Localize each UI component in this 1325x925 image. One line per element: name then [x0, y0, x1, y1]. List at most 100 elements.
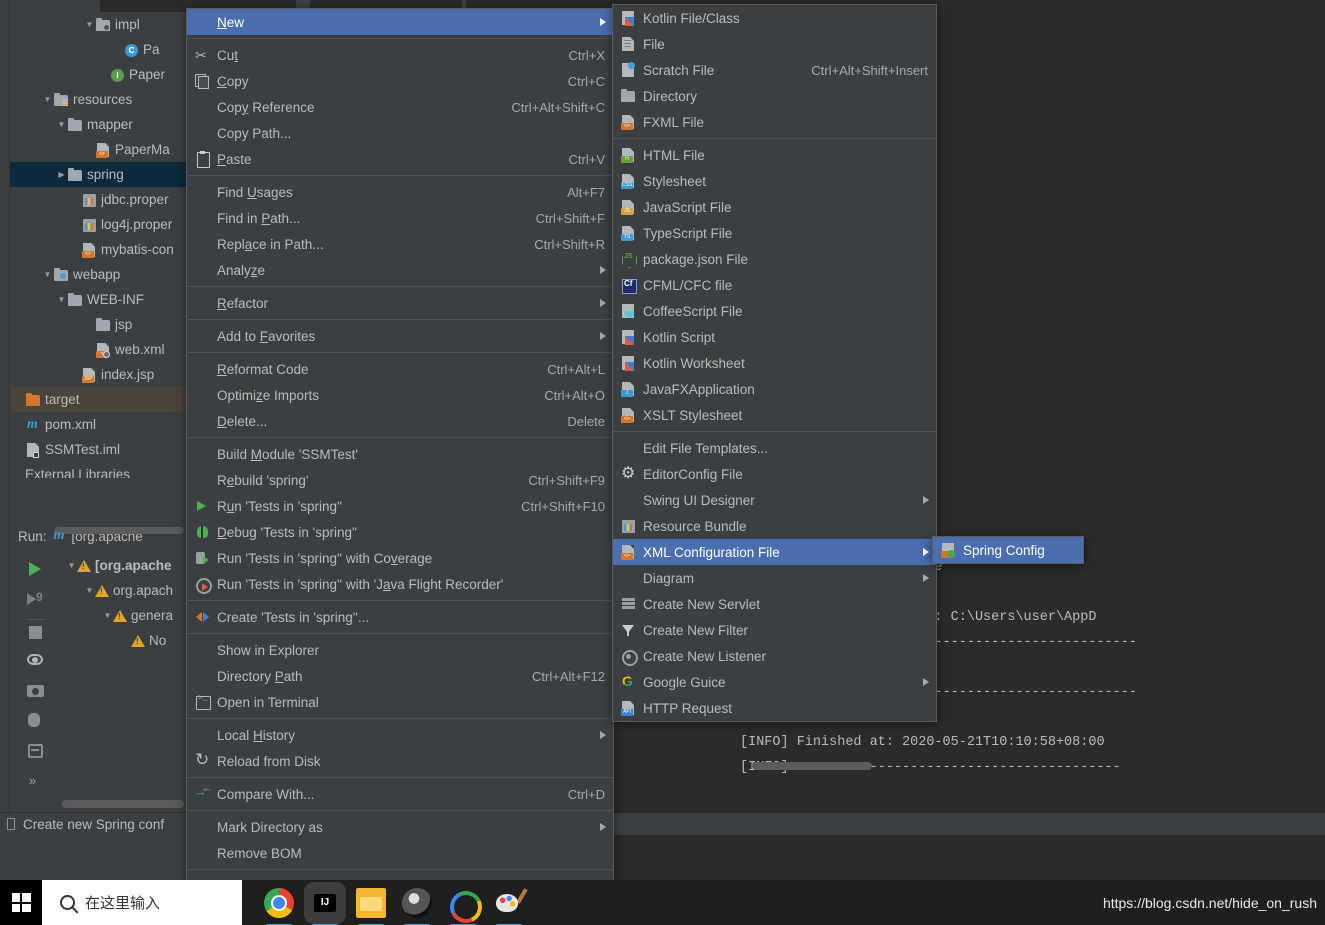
export-thread-dump-button[interactable] — [26, 710, 46, 729]
paint-icon[interactable] — [494, 888, 524, 925]
chevron-down-icon[interactable]: ▼ — [84, 586, 95, 595]
tree-item-paperma[interactable]: <> PaperMa — [10, 137, 186, 162]
menu-item-file[interactable]: File — [613, 31, 936, 57]
more-actions-button[interactable]: » — [26, 771, 46, 790]
run-tree-row[interactable]: ▼ [org.apache — [62, 553, 186, 578]
menu-item-javascript-file[interactable]: JS JavaScript File — [613, 194, 936, 220]
chevron-down-icon[interactable]: ▼ — [84, 20, 95, 29]
windows-taskbar[interactable]: 在这里输入 https://blog.csdn.net/hide_on_rush — [0, 880, 1325, 925]
menu-item-rebuild-spring[interactable]: Rebuild 'spring' Ctrl+Shift+F9 — [187, 467, 613, 493]
menu-item-cfml-cfc-file[interactable]: CFML/CFC file — [613, 272, 936, 298]
intellij-idea-icon[interactable] — [310, 887, 340, 925]
chrome-icon[interactable] — [264, 887, 294, 925]
tree-item-external-libraries[interactable]: External Libraries — [10, 462, 186, 478]
menu-item-open-in-terminal[interactable]: Open in Terminal — [187, 689, 613, 715]
menu-item-scratch-file[interactable]: Scratch File Ctrl+Alt+Shift+Insert — [613, 57, 936, 83]
run-toolbar[interactable]: 9 » — [10, 553, 62, 790]
menu-item-remove-bom[interactable]: Remove BOM — [187, 840, 613, 866]
rerun-failed-tests-button[interactable]: 9 — [26, 589, 46, 608]
menu-item-copy[interactable]: Copy Ctrl+C — [187, 68, 613, 94]
tree-item-jsp[interactable]: jsp — [10, 312, 186, 337]
menu-item-replace-in-path[interactable]: Replace in Path... Ctrl+Shift+R — [187, 231, 613, 257]
run-result-tree[interactable]: ▼ [org.apache ▼ org.apach ▼ genera No — [62, 553, 186, 790]
menu-item-html-file[interactable]: H HTML File — [613, 142, 936, 168]
scroll-to-end-button[interactable] — [26, 741, 46, 760]
menu-item-find-in-path[interactable]: Find in Path... Ctrl+Shift+F — [187, 205, 613, 231]
tree-item-webapp[interactable]: ▼ webapp — [10, 262, 186, 287]
tree-item-index-jsp[interactable]: JSP index.jsp — [10, 362, 186, 387]
menu-item-find-usages[interactable]: Find Usages Alt+F7 — [187, 179, 613, 205]
chevron-down-icon[interactable]: ▼ — [42, 95, 53, 104]
console-horizontal-scrollbar[interactable] — [752, 762, 872, 770]
tree-item-impl[interactable]: ▼ impl — [10, 12, 186, 37]
menu-item-directory-path[interactable]: Directory Path Ctrl+Alt+F12 — [187, 663, 613, 689]
menu-item-resource-bundle[interactable]: Resource Bundle — [613, 513, 936, 539]
tree-item-pa[interactable]: C Pa — [10, 37, 186, 62]
menu-item-kotlin-file-class[interactable]: Kotlin File/Class — [613, 5, 936, 31]
netease-music-icon[interactable] — [448, 888, 478, 925]
run-tree-row[interactable]: ▼ org.apach — [62, 578, 186, 603]
tree-item-jdbc-proper[interactable]: jdbc.proper — [10, 187, 186, 212]
menu-item-add-to-favorites[interactable]: Add to Favorites — [187, 323, 613, 349]
run-panel-top-scrollbar[interactable] — [54, 527, 184, 534]
tree-item-pom-xml[interactable]: m pom.xml — [10, 412, 186, 437]
menu-item-local-history[interactable]: Local History — [187, 722, 613, 748]
project-context-menu[interactable]: New Cut Ctrl+X Copy Ctrl+C Copy Reference Ctrl… — [186, 8, 614, 925]
menu-item-coffeescript-file[interactable]: CoffeeScript File — [613, 298, 936, 324]
taskbar-app-icons[interactable] — [242, 887, 524, 925]
menu-item-run-tests-in-spring[interactable]: Run 'Tests in 'spring'' Ctrl+Shift+F10 — [187, 493, 613, 519]
camera-snapshot-button[interactable] — [26, 680, 46, 699]
menu-item-package-json-file[interactable]: package.json File — [613, 246, 936, 272]
menu-item-copy-path[interactable]: Copy Path... — [187, 120, 613, 146]
tree-item-mapper[interactable]: ▼ mapper — [10, 112, 186, 137]
file-explorer-icon[interactable] — [356, 887, 386, 925]
menu-item-javafxapplication[interactable]: J JavaFXApplication — [613, 376, 936, 402]
chevron-down-icon[interactable]: ▼ — [102, 611, 113, 620]
tree-item-target[interactable]: target — [10, 387, 186, 412]
menu-item-xslt-stylesheet[interactable]: <> XSLT Stylesheet — [613, 402, 936, 428]
run-tree-horizontal-scrollbar[interactable] — [62, 800, 184, 808]
menu-item-reformat-code[interactable]: Reformat Code Ctrl+Alt+L — [187, 356, 613, 382]
menu-item-build-module-ssmtest[interactable]: Build Module 'SSMTest' — [187, 441, 613, 467]
menu-item-analyze[interactable]: Analyze — [187, 257, 613, 283]
tree-item-resources[interactable]: ▼ resources — [10, 87, 186, 112]
xml-configuration-file-submenu[interactable]: Spring Config — [932, 536, 1084, 564]
run-tree-row[interactable]: No — [62, 628, 186, 653]
chevron-down-icon[interactable]: ▼ — [66, 561, 77, 570]
menu-item-paste[interactable]: Paste Ctrl+V — [187, 146, 613, 172]
menu-item-create-tests-in-spring[interactable]: Create 'Tests in 'spring''... — [187, 604, 613, 630]
menu-item-create-new-servlet[interactable]: Create New Servlet — [613, 591, 936, 617]
menu-item-refactor[interactable]: Refactor — [187, 290, 613, 316]
run-tree-row[interactable]: ▼ genera — [62, 603, 186, 628]
menu-item-show-in-explorer[interactable]: Show in Explorer — [187, 637, 613, 663]
tree-item-log4j-proper[interactable]: log4j.proper — [10, 212, 186, 237]
menu-item-new[interactable]: New — [187, 9, 613, 35]
menu-item-stylesheet[interactable]: CSS Stylesheet — [613, 168, 936, 194]
tree-item-paper[interactable]: I Paper — [10, 62, 186, 87]
new-submenu[interactable]: Kotlin File/Class File Scratch File Ctrl+Al… — [612, 4, 937, 722]
eye-filter-button[interactable] — [26, 650, 46, 669]
menu-item-create-new-filter[interactable]: Create New Filter — [613, 617, 936, 643]
chevron-right-icon[interactable]: ▶ — [56, 170, 67, 179]
tree-item-web-xml[interactable]: < web.xml — [10, 337, 186, 362]
menu-item-cut[interactable]: Cut Ctrl+X — [187, 42, 613, 68]
menu-item-copy-reference[interactable]: Copy Reference Ctrl+Alt+Shift+C — [187, 94, 613, 120]
menu-item-kotlin-worksheet[interactable]: Kotlin Worksheet — [613, 350, 936, 376]
menu-item-google-guice[interactable]: Google Guice — [613, 669, 936, 695]
menu-item-xml-configuration-file[interactable]: <> XML Configuration File — [613, 539, 936, 565]
menu-item-compare-with[interactable]: Compare With... Ctrl+D — [187, 780, 613, 807]
menu-item-debug-tests-in-spring[interactable]: Debug 'Tests in 'spring'' — [187, 519, 613, 545]
taskbar-search-input[interactable]: 在这里输入 — [42, 880, 242, 925]
menu-item-reload-from-disk[interactable]: Reload from Disk — [187, 748, 613, 774]
user-avatar-icon[interactable] — [402, 887, 432, 925]
tree-item-ssmtest-iml[interactable]: SSMTest.iml — [10, 437, 186, 462]
left-tool-rail[interactable] — [0, 0, 10, 835]
menu-item-diagram[interactable]: Diagram — [613, 565, 936, 591]
stop-button[interactable] — [26, 619, 46, 640]
chevron-down-icon[interactable]: ▼ — [42, 270, 53, 279]
menu-item-spring-config[interactable]: Spring Config — [933, 537, 1083, 563]
menu-item-http-request[interactable]: API HTTP Request — [613, 695, 936, 721]
chevron-down-icon[interactable]: ▼ — [56, 120, 67, 129]
menu-item-directory[interactable]: Directory — [613, 83, 936, 109]
start-button[interactable] — [0, 880, 42, 925]
